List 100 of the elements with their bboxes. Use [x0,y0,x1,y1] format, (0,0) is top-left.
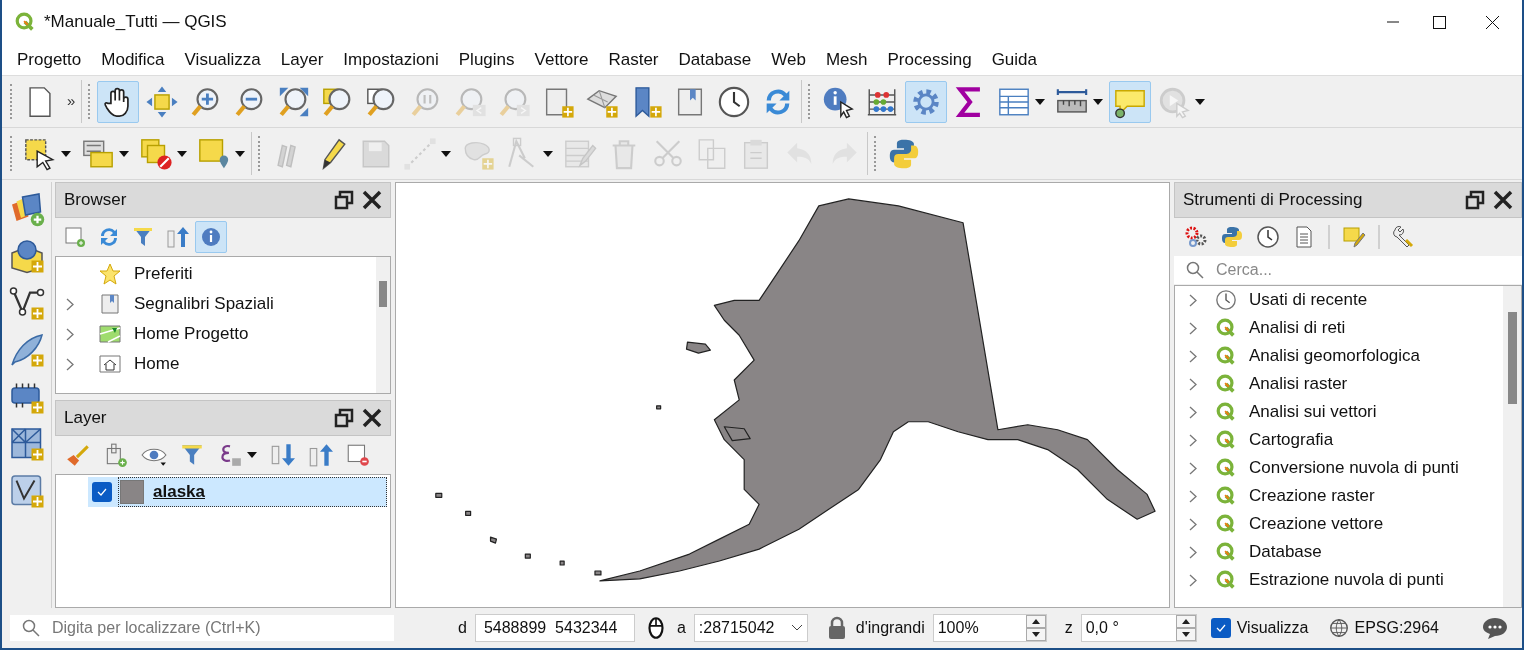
algorithm-group[interactable]: Creazione vettore [1175,510,1503,538]
grid-icon [8,426,45,462]
processing-item-label: Creazione vettore [1249,514,1384,534]
qgis-logo-icon [1215,569,1237,591]
scale-combobox[interactable]: :28715042 [693,614,808,642]
move-arrows-icon [145,84,180,119]
chevron-right-icon [1189,377,1197,391]
info-icon [199,225,223,249]
algorithm-group[interactable]: Analisi geomorfologica [1175,342,1503,370]
menu-item[interactable]: Guida [981,46,1047,73]
processing-item-label: Creazione raster [1249,486,1375,506]
coordinate-field[interactable]: 5488899 5432344 [474,614,635,642]
expand-tree-icon [269,442,295,468]
chevron-right-icon [1189,489,1197,503]
collapse-tree-icon [307,442,333,468]
processing-item-label: Estrazione nuvola di punti [1249,570,1444,590]
layer-symbol [120,480,144,504]
chevron-right-icon [1189,293,1197,307]
menu-item[interactable]: Plugins [448,46,525,73]
hand-button[interactable] [97,80,140,123]
chevron-right-icon [1189,461,1197,475]
crs-button[interactable]: EPSG:2964 [1328,616,1439,640]
browser-item[interactable]: Preferiti [56,259,376,289]
qgis-logo-icon [1215,541,1237,563]
qgis-logo-icon [14,11,36,33]
gears-icon [1184,225,1208,249]
close-icon [1493,190,1513,210]
search-field[interactable]: Cerca... [1174,256,1522,284]
menu-item[interactable]: Database [668,46,762,73]
menu-item[interactable]: Processing [877,46,982,73]
select-cursor-icon [23,136,57,171]
render-checkbox[interactable]: Visualizza [1210,616,1309,640]
menu-item[interactable]: Progetto [7,46,92,73]
processing-item-label: Cartografia [1249,430,1334,450]
house-icon [98,352,122,376]
menu-item[interactable]: Impostazioni [333,46,449,73]
spin-arrows-icon [1175,615,1196,641]
menu-item[interactable]: Mesh [815,46,878,73]
algorithm-group[interactable]: Database [1175,538,1503,566]
legend-entry[interactable]: alaska [88,477,387,507]
browser-item[interactable]: Home [56,349,376,379]
layer-checkbox[interactable] [92,482,112,502]
panel-title: Strumenti di Processing [1183,189,1363,212]
minimize-icon [1387,21,1399,23]
processing-item-label: Analisi geomorfologica [1249,346,1421,366]
algorithm-group[interactable]: Analisi sui vettori [1175,398,1503,426]
float-icon [1465,190,1485,210]
gear-button[interactable] [905,80,948,123]
window-title: *Manuale_Tutti — QGIS [44,11,227,34]
scrollbar-thumb[interactable] [379,281,387,307]
messages-icon[interactable] [1482,617,1508,639]
browser-item-label: Home [134,353,180,376]
algorithm-group[interactable]: Usati di recente [1175,286,1503,314]
menu-item[interactable]: Modifica [91,46,175,73]
vector-frame-icon [8,473,45,509]
algorithm-group[interactable]: Analisi raster [1175,370,1503,398]
browser-item[interactable]: Segnalibri Spaziali [56,289,376,319]
menu-item[interactable]: Web [761,46,816,73]
speech-bubble-button[interactable] [1109,80,1152,123]
checkmark-icon [97,488,107,496]
algorithm-group[interactable]: Creazione raster [1175,482,1503,510]
menu-item[interactable]: Raster [598,46,669,73]
square-plus-icon [63,225,87,249]
map-folder-icon [98,322,122,346]
pencil-square-icon [1342,225,1366,249]
float-icon [334,408,354,428]
menu-item[interactable]: Vettore [524,46,599,73]
scrollbar-thumb[interactable] [1507,312,1517,404]
browser-item[interactable]: Home Progetto [56,319,376,349]
paintbrush-icon [65,442,91,468]
browser-item-label: Preferiti [134,263,193,286]
algorithm-group[interactable]: Cartografia [1175,426,1503,454]
chevron-right-icon [1189,433,1197,447]
close-icon [362,190,382,210]
magnifier-spinbox[interactable]: 100% [932,614,1047,642]
info-button[interactable] [195,221,227,253]
algorithm-group[interactable]: Analisi di reti [1175,314,1503,342]
overflow-button[interactable]: » [63,90,80,113]
qgis-logo-icon [1215,485,1237,507]
remove-layer-icon [345,442,371,468]
globe-icon [1328,617,1351,639]
clock-icon [717,84,752,119]
search-icon [22,619,40,637]
locator-field[interactable]: Digita per localizzare (Ctrl+K) [10,615,394,641]
processing-item-label: Analisi sui vettori [1249,402,1377,422]
menu-item[interactable]: Layer [270,46,334,73]
rotation-spinbox[interactable]: 0,0 ° [1080,614,1197,642]
scale-label: a [676,618,686,638]
vertex-line-button[interactable] [7,284,46,322]
algorithm-group[interactable]: Estrazione nuvola di punti [1175,566,1503,594]
chevron-down-icon [790,624,803,632]
qgis-logo-icon [1215,513,1237,535]
rotation-label: z [1064,618,1073,638]
menu-item[interactable]: Visualizza [174,46,271,73]
processing-item-label: Usati di recente [1249,290,1368,310]
chevron-right-icon [1189,349,1197,363]
select-pin-icon [197,136,231,171]
algorithm-group[interactable]: Conversione nuvola di punti [1175,454,1503,482]
browser-item-label: Home Progetto [134,323,249,346]
deselect-icon [139,136,173,171]
